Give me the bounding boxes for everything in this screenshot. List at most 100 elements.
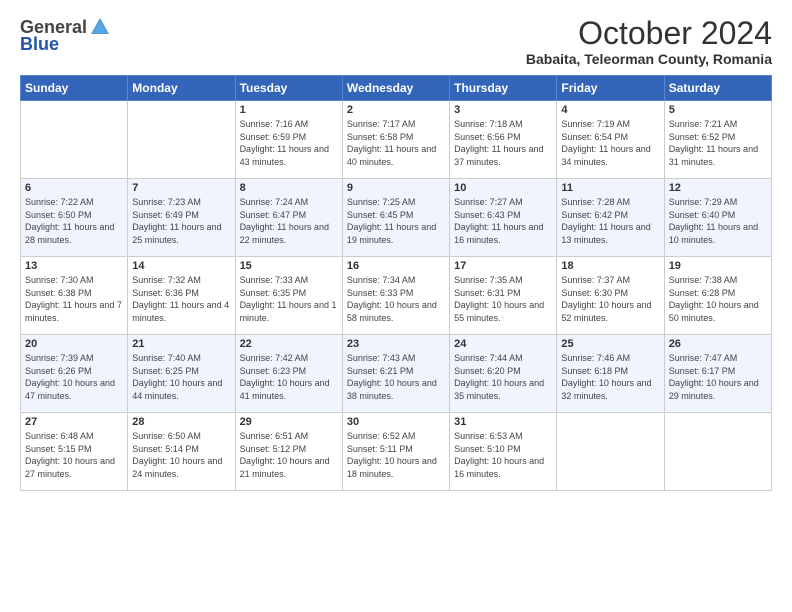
day-number: 12 [669,182,767,194]
col-monday: Monday [128,76,235,101]
day-number: 6 [25,182,123,194]
day-number: 4 [561,104,659,116]
col-sunday: Sunday [21,76,128,101]
cell-1-2 [128,101,235,179]
day-number: 10 [454,182,552,194]
day-number: 25 [561,338,659,350]
cell-2-3: 8 Sunrise: 7:24 AM Sunset: 6:47 PM Daylig… [235,179,342,257]
cell-2-7: 12Sunrise: 7:29 AM Sunset: 6:40 PM Dayli… [664,179,771,257]
day-number: 27 [25,416,123,428]
day-info: Sunrise: 7:33 AM Sunset: 6:35 PM Dayligh… [240,274,338,324]
cell-2-2: 7 Sunrise: 7:23 AM Sunset: 6:49 PM Daylig… [128,179,235,257]
day-number: 11 [561,182,659,194]
cell-3-6: 18 Sunrise: 7:37 AM Sunset: 6:30 PM Dayli… [557,257,664,335]
day-number: 16 [347,260,445,272]
day-info: Sunrise: 7:27 AM Sunset: 6:43 PM Dayligh… [454,196,552,246]
col-friday: Friday [557,76,664,101]
day-number: 1 [240,104,338,116]
day-info: Sunrise: 7:39 AM Sunset: 6:26 PM Dayligh… [25,352,123,402]
day-number: 18 [561,260,659,272]
cell-2-4: 9 Sunrise: 7:25 AM Sunset: 6:45 PM Daylig… [342,179,449,257]
col-thursday: Thursday [450,76,557,101]
day-info: Sunrise: 7:42 AM Sunset: 6:23 PM Dayligh… [240,352,338,402]
day-number: 7 [132,182,230,194]
cell-4-5: 24 Sunrise: 7:44 AM Sunset: 6:20 PM Dayli… [450,335,557,413]
day-info: Sunrise: 7:22 AM Sunset: 6:50 PM Dayligh… [25,196,123,246]
day-info: Sunrise: 7:46 AM Sunset: 6:18 PM Dayligh… [561,352,659,402]
cell-4-7: 26Sunrise: 7:47 AM Sunset: 6:17 PM Dayli… [664,335,771,413]
day-number: 26 [669,338,767,350]
day-info: Sunrise: 7:32 AM Sunset: 6:36 PM Dayligh… [132,274,230,324]
day-number: 29 [240,416,338,428]
day-number: 3 [454,104,552,116]
day-number: 28 [132,416,230,428]
cell-2-6: 11 Sunrise: 7:28 AM Sunset: 6:42 PM Dayli… [557,179,664,257]
day-number: 14 [132,260,230,272]
cell-5-6 [557,413,664,491]
day-info: Sunrise: 7:38 AM Sunset: 6:28 PM Dayligh… [669,274,767,324]
col-saturday: Saturday [664,76,771,101]
cell-4-2: 21Sunrise: 7:40 AM Sunset: 6:25 PM Dayli… [128,335,235,413]
day-number: 30 [347,416,445,428]
cell-3-2: 14 Sunrise: 7:32 AM Sunset: 6:36 PM Dayli… [128,257,235,335]
col-wednesday: Wednesday [342,76,449,101]
cell-5-3: 29 Sunrise: 6:51 AM Sunset: 5:12 PM Dayli… [235,413,342,491]
day-number: 2 [347,104,445,116]
day-number: 19 [669,260,767,272]
cell-1-6: 4Sunrise: 7:19 AM Sunset: 6:54 PM Daylig… [557,101,664,179]
day-info: Sunrise: 7:35 AM Sunset: 6:31 PM Dayligh… [454,274,552,324]
day-info: Sunrise: 6:53 AM Sunset: 5:10 PM Dayligh… [454,430,552,480]
week-row-4: 20 Sunrise: 7:39 AM Sunset: 6:26 PM Dayli… [21,335,772,413]
day-number: 13 [25,260,123,272]
week-row-2: 6 Sunrise: 7:22 AM Sunset: 6:50 PM Daylig… [21,179,772,257]
title-block: October 2024 Babaita, Teleorman County, … [526,16,772,67]
day-info: Sunrise: 6:51 AM Sunset: 5:12 PM Dayligh… [240,430,338,480]
cell-4-6: 25 Sunrise: 7:46 AM Sunset: 6:18 PM Dayli… [557,335,664,413]
day-info: Sunrise: 7:28 AM Sunset: 6:42 PM Dayligh… [561,196,659,246]
week-row-5: 27Sunrise: 6:48 AM Sunset: 5:15 PM Dayli… [21,413,772,491]
cell-4-4: 23 Sunrise: 7:43 AM Sunset: 6:21 PM Dayli… [342,335,449,413]
day-info: Sunrise: 6:50 AM Sunset: 5:14 PM Dayligh… [132,430,230,480]
page: General Blue October 2024 Babaita, Teleo… [0,0,792,612]
col-tuesday: Tuesday [235,76,342,101]
day-number: 15 [240,260,338,272]
cell-3-3: 15 Sunrise: 7:33 AM Sunset: 6:35 PM Dayli… [235,257,342,335]
calendar-table: Sunday Monday Tuesday Wednesday Thursday… [20,75,772,491]
cell-3-5: 17 Sunrise: 7:35 AM Sunset: 6:31 PM Dayli… [450,257,557,335]
day-info: Sunrise: 7:34 AM Sunset: 6:33 PM Dayligh… [347,274,445,324]
cell-5-4: 30 Sunrise: 6:52 AM Sunset: 5:11 PM Dayli… [342,413,449,491]
cell-5-1: 27Sunrise: 6:48 AM Sunset: 5:15 PM Dayli… [21,413,128,491]
day-number: 24 [454,338,552,350]
day-number: 17 [454,260,552,272]
day-number: 9 [347,182,445,194]
cell-4-3: 22Sunrise: 7:42 AM Sunset: 6:23 PM Dayli… [235,335,342,413]
cell-5-2: 28 Sunrise: 6:50 AM Sunset: 5:14 PM Dayli… [128,413,235,491]
cell-1-3: 1Sunrise: 7:16 AM Sunset: 6:59 PM Daylig… [235,101,342,179]
logo-blue-text: Blue [20,34,59,55]
cell-3-1: 13 Sunrise: 7:30 AM Sunset: 6:38 PM Dayli… [21,257,128,335]
day-info: Sunrise: 6:52 AM Sunset: 5:11 PM Dayligh… [347,430,445,480]
day-info: Sunrise: 7:37 AM Sunset: 6:30 PM Dayligh… [561,274,659,324]
cell-5-7 [664,413,771,491]
day-info: Sunrise: 7:43 AM Sunset: 6:21 PM Dayligh… [347,352,445,402]
cell-1-7: 5Sunrise: 7:21 AM Sunset: 6:52 PM Daylig… [664,101,771,179]
day-info: Sunrise: 7:25 AM Sunset: 6:45 PM Dayligh… [347,196,445,246]
day-info: Sunrise: 7:44 AM Sunset: 6:20 PM Dayligh… [454,352,552,402]
day-info: Sunrise: 7:17 AM Sunset: 6:58 PM Dayligh… [347,118,445,168]
day-number: 23 [347,338,445,350]
header-row: Sunday Monday Tuesday Wednesday Thursday… [21,76,772,101]
week-row-1: 1Sunrise: 7:16 AM Sunset: 6:59 PM Daylig… [21,101,772,179]
cell-1-5: 3 Sunrise: 7:18 AM Sunset: 6:56 PM Daylig… [450,101,557,179]
day-info: Sunrise: 7:30 AM Sunset: 6:38 PM Dayligh… [25,274,123,324]
cell-2-1: 6 Sunrise: 7:22 AM Sunset: 6:50 PM Daylig… [21,179,128,257]
logo-icon [89,16,111,38]
day-number: 8 [240,182,338,194]
header: General Blue October 2024 Babaita, Teleo… [20,16,772,67]
day-number: 20 [25,338,123,350]
cell-4-1: 20 Sunrise: 7:39 AM Sunset: 6:26 PM Dayli… [21,335,128,413]
logo: General Blue [20,16,111,55]
day-info: Sunrise: 7:18 AM Sunset: 6:56 PM Dayligh… [454,118,552,168]
day-info: Sunrise: 7:23 AM Sunset: 6:49 PM Dayligh… [132,196,230,246]
cell-3-4: 16 Sunrise: 7:34 AM Sunset: 6:33 PM Dayli… [342,257,449,335]
day-info: Sunrise: 7:24 AM Sunset: 6:47 PM Dayligh… [240,196,338,246]
